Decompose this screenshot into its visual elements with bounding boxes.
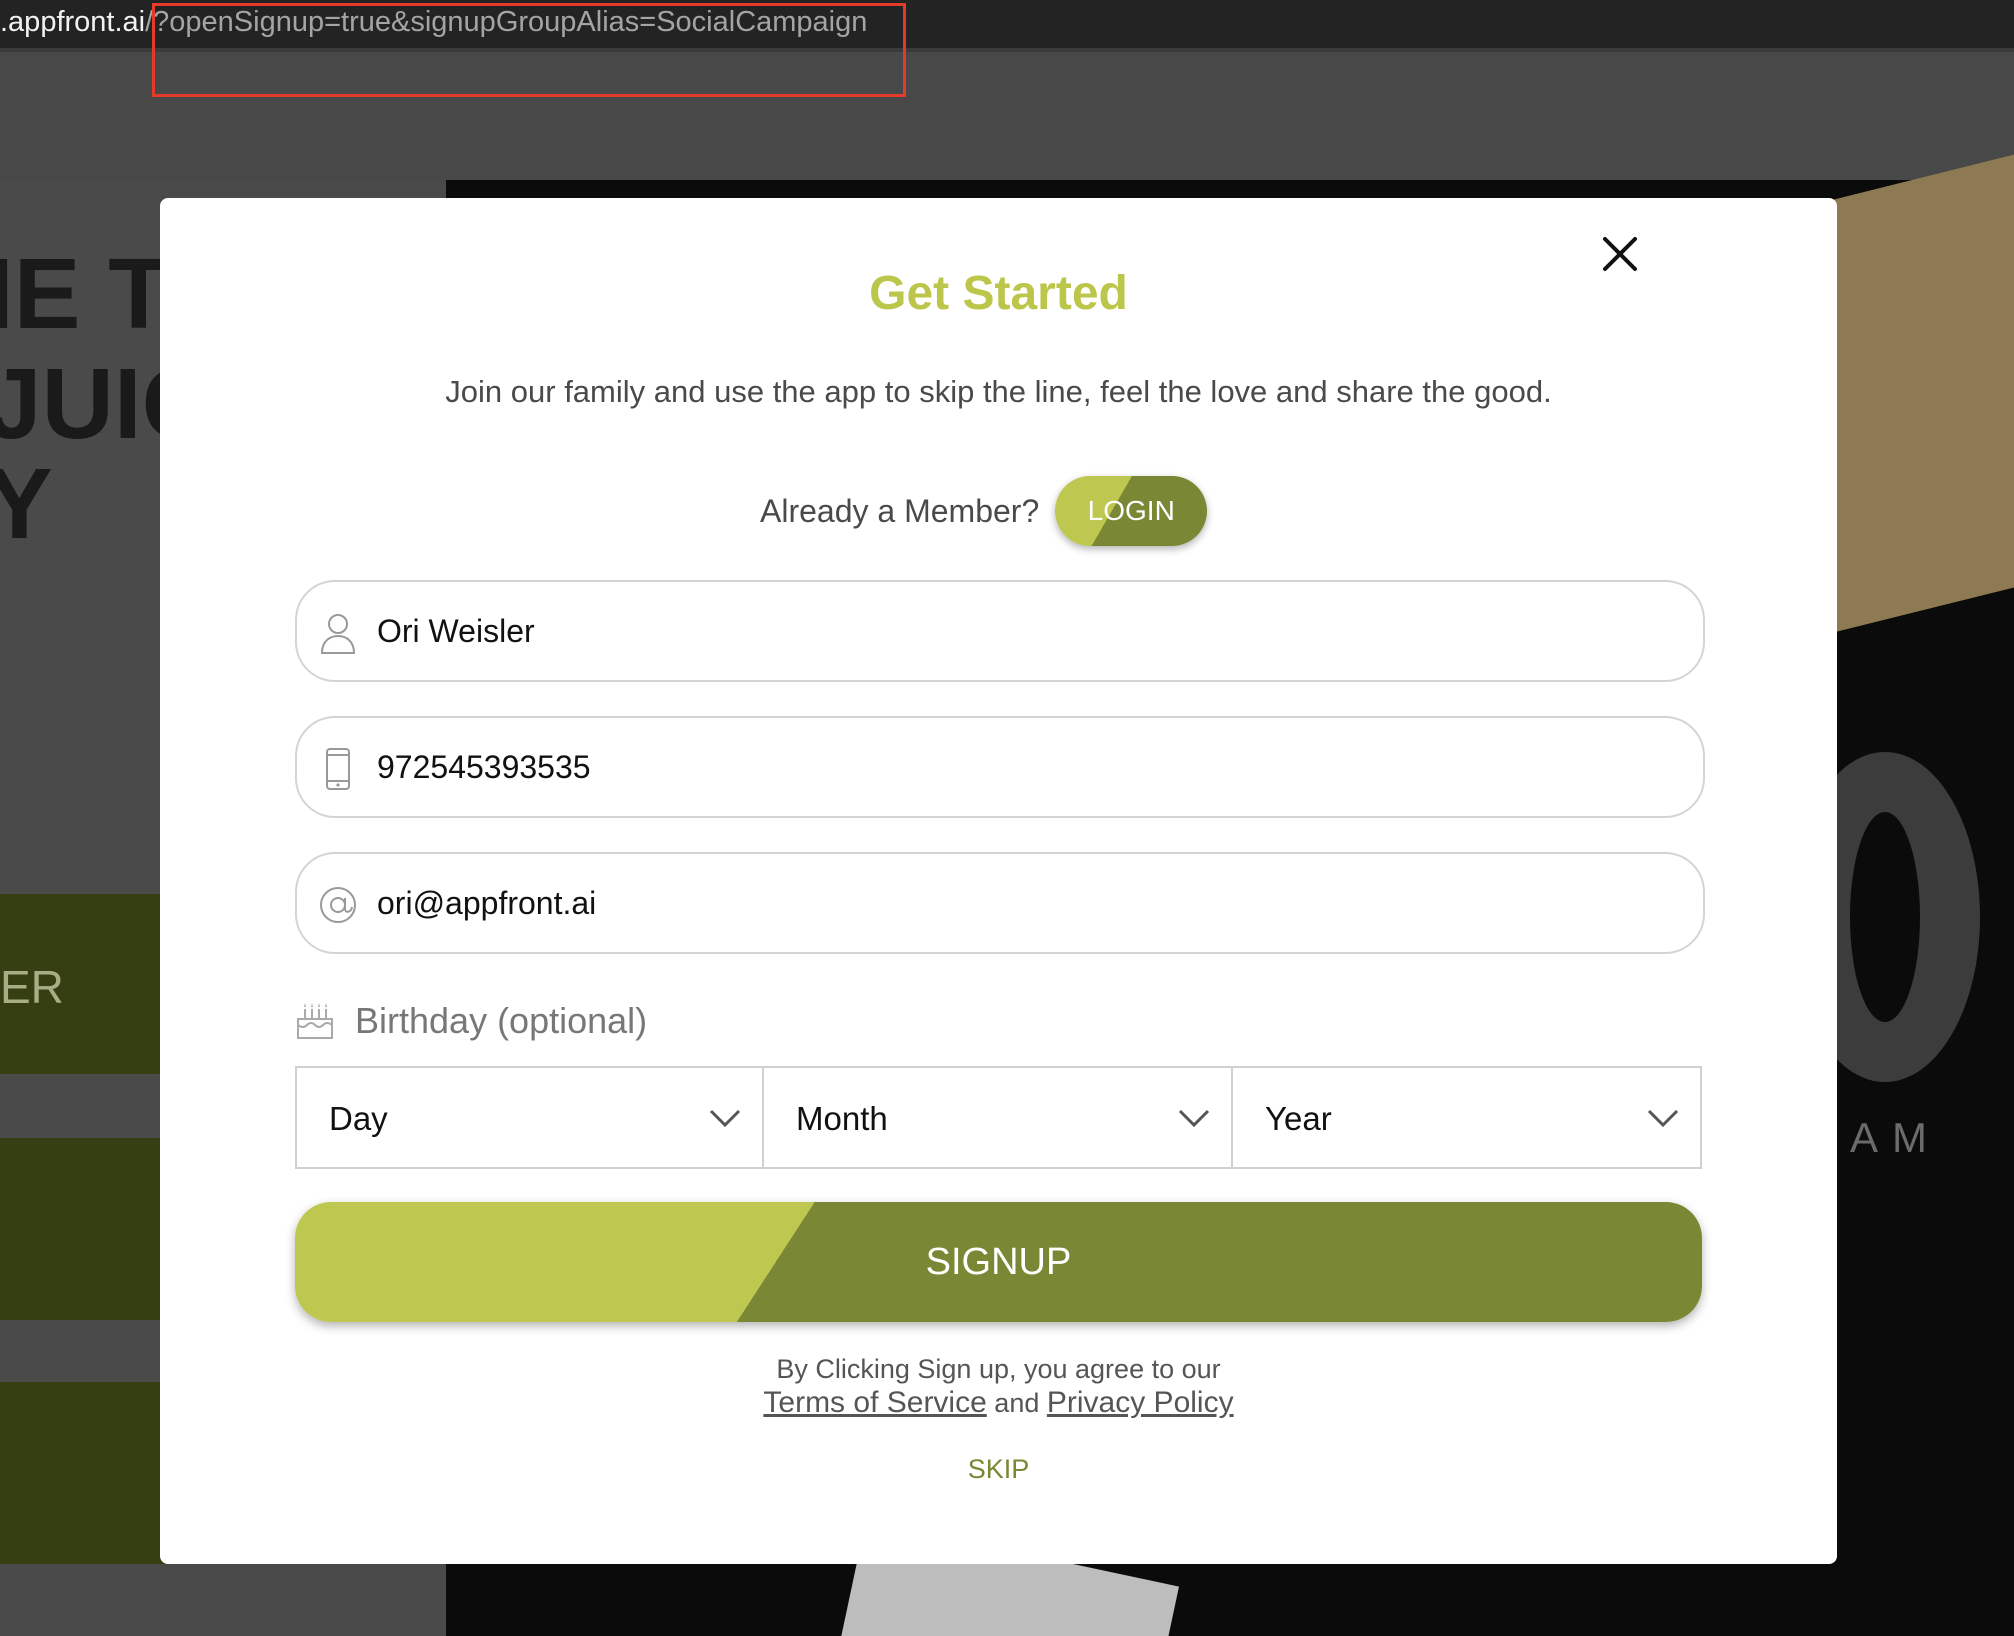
- birthday-label: Birthday (optional): [355, 1000, 648, 1041]
- day-select[interactable]: Day: [295, 1066, 764, 1169]
- background-side-text: AM: [1850, 1114, 1941, 1161]
- chevron-down-icon: [1647, 1109, 1679, 1128]
- birthday-label-row: Birthday (optional): [295, 996, 647, 1046]
- phone-icon: [326, 748, 350, 790]
- phone-field[interactable]: [295, 716, 1705, 818]
- email-field[interactable]: [295, 852, 1705, 954]
- url-highlight-annotation: [152, 3, 906, 97]
- background-button-label: ER: [0, 961, 64, 1013]
- member-prompt: Already a Member?: [760, 492, 1040, 529]
- modal-subtitle: Join our family and use the app to skip …: [445, 374, 1552, 409]
- signup-button-label: SIGNUP: [925, 1240, 1072, 1283]
- login-button[interactable]: LOGIN: [1055, 476, 1208, 546]
- chevron-down-icon: [709, 1109, 741, 1128]
- skip-link[interactable]: SKIP: [160, 1454, 1837, 1485]
- terms-links-row: Terms of Service and Privacy Policy: [160, 1386, 1837, 1420]
- privacy-policy-link[interactable]: Privacy Policy: [1047, 1386, 1234, 1419]
- signup-button[interactable]: SIGNUP: [295, 1202, 1702, 1322]
- name-field[interactable]: [295, 580, 1705, 682]
- year-select-value: Year: [1265, 1100, 1332, 1137]
- background-headline-3: Y: [0, 448, 53, 560]
- day-select-value: Day: [329, 1100, 388, 1137]
- background-green-block: [0, 1138, 170, 1320]
- user-icon: [320, 614, 356, 654]
- modal-title: Get Started: [869, 267, 1128, 320]
- birthday-selects: Day Month Year: [295, 1066, 1702, 1169]
- email-input[interactable]: [377, 854, 1677, 952]
- year-select[interactable]: Year: [1233, 1066, 1702, 1169]
- url-domain: .appfront.ai: [0, 6, 146, 38]
- name-input[interactable]: [377, 582, 1677, 680]
- terms-and: and: [994, 1388, 1040, 1418]
- member-row: Already a Member? LOGIN: [760, 476, 1208, 546]
- terms-text: By Clicking Sign up, you agree to our Te…: [160, 1352, 1837, 1420]
- terms-of-service-link[interactable]: Terms of Service: [763, 1386, 986, 1419]
- chevron-down-icon: [1178, 1109, 1210, 1128]
- at-icon: [320, 887, 356, 923]
- cake-icon: [297, 1003, 333, 1039]
- background-green-block: [0, 1382, 170, 1564]
- month-select[interactable]: Month: [764, 1066, 1233, 1169]
- phone-input[interactable]: [377, 718, 1677, 816]
- month-select-value: Month: [796, 1100, 888, 1137]
- terms-prefix: By Clicking Sign up, you agree to our: [776, 1354, 1221, 1384]
